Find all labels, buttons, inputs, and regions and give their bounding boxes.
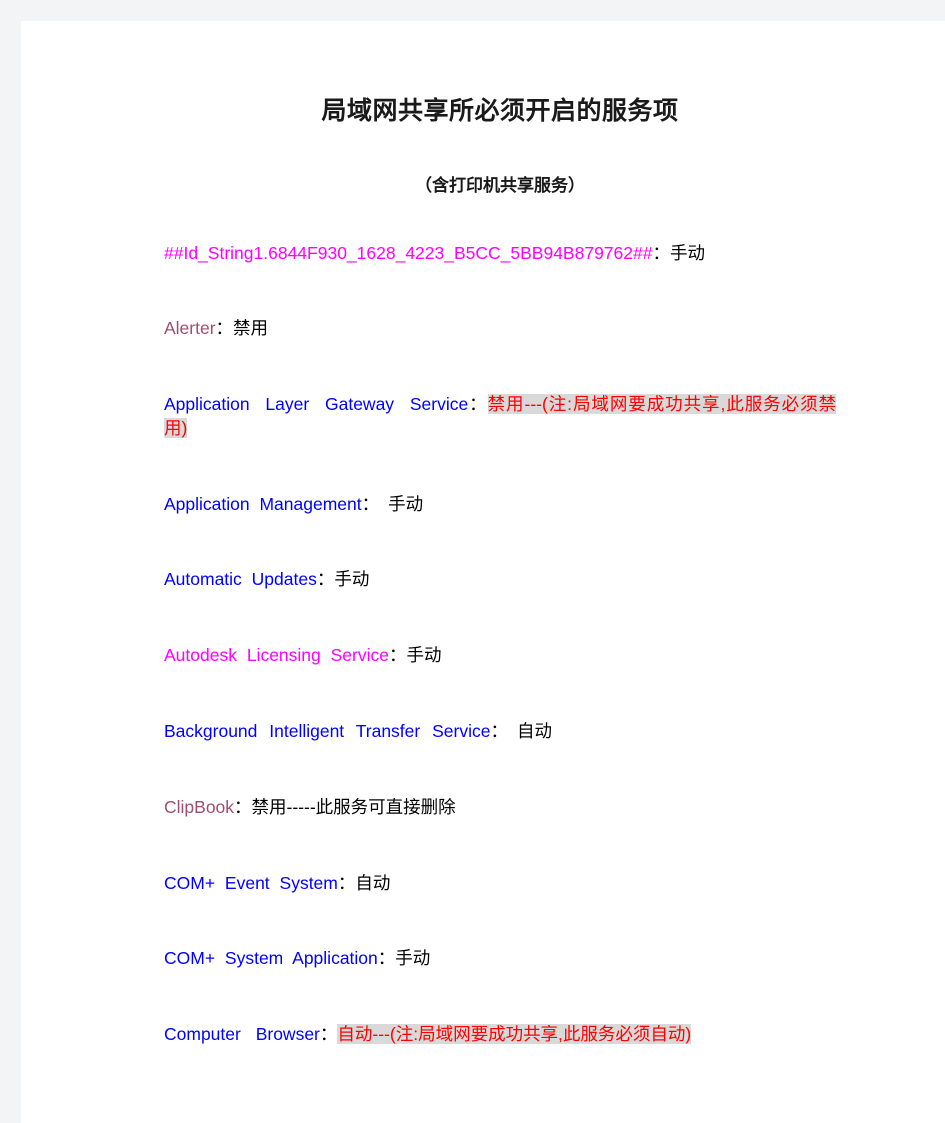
service-separator: ：	[377, 948, 396, 969]
service-name: Application Layer Gateway Service	[164, 394, 469, 415]
service-list: ##Id_String1.6844F930_1628_4223_B5CC_5BB…	[164, 242, 837, 1047]
service-value: 自动	[516, 721, 552, 741]
service-name: ##Id_String1.6844F930_1628_4223_B5CC_5BB…	[164, 242, 653, 263]
service-entry: ##Id_String1.6844F930_1628_4223_B5CC_5BB…	[164, 242, 836, 266]
service-value: 手动	[669, 242, 705, 263]
service-entry: Automatic Updates：手动	[164, 568, 836, 592]
service-separator: ：	[361, 493, 380, 514]
service-name: Computer Browser	[164, 1024, 320, 1045]
service-value: 禁用	[233, 318, 269, 339]
service-separator: ：	[652, 242, 670, 263]
service-value: 自动---(注:局域网要成功共享,此服务必须自动)	[337, 1024, 692, 1045]
service-entry: Application Layer Gateway Service：禁用---(…	[164, 393, 837, 440]
service-separator: ：	[388, 645, 407, 666]
service-name: Alerter	[164, 318, 216, 339]
service-name: Application Management	[164, 493, 362, 514]
service-value: 手动	[388, 493, 424, 514]
service-entry: Computer Browser：自动---(注:局域网要成功共享,此服务必须自…	[164, 1023, 836, 1047]
service-separator: ：	[490, 721, 508, 741]
service-separator: ：	[234, 796, 252, 817]
service-entry: Autodesk Licensing Service：手动	[164, 644, 836, 668]
service-separator: ：	[316, 569, 335, 590]
service-value: 手动	[395, 948, 431, 969]
service-entry: Background Intelligent Transfer Service：…	[164, 720, 836, 744]
page-title: 局域网共享所必须开启的服务项	[321, 97, 679, 125]
service-value: 自动	[355, 872, 391, 893]
page-subtitle: （含打印机共享服务）	[415, 176, 585, 196]
service-entry: COM+ Event System：自动	[164, 872, 836, 896]
service-separator: ：	[337, 872, 356, 893]
service-entry: Application Management： 手动	[164, 493, 836, 517]
service-separator: ：	[468, 394, 488, 415]
document-page: 局域网共享所必须开启的服务项 （含打印机共享服务） ##Id_String1.6…	[21, 21, 945, 1123]
service-entry: COM+ System Application：手动	[164, 947, 836, 971]
service-name: Background Intelligent Transfer Service	[164, 721, 491, 741]
service-name: COM+ System Application	[164, 948, 378, 969]
service-entry: ClipBook：禁用-----此服务可直接删除	[164, 796, 836, 820]
service-name: ClipBook	[164, 796, 235, 817]
service-entry: Alerter：禁用	[164, 317, 836, 341]
service-name: Autodesk Licensing Service	[164, 645, 389, 666]
service-separator: ：	[319, 1024, 338, 1045]
service-name: COM+ Event System	[164, 872, 338, 893]
document-content: 局域网共享所必须开启的服务项 （含打印机共享服务） ##Id_String1.6…	[164, 96, 837, 1047]
service-separator: ：	[215, 318, 234, 339]
service-value: 手动	[406, 645, 442, 666]
service-value: 手动	[334, 569, 370, 590]
service-name: Automatic Updates	[164, 569, 317, 590]
service-value: 禁用-----此服务可直接删除	[251, 796, 456, 817]
